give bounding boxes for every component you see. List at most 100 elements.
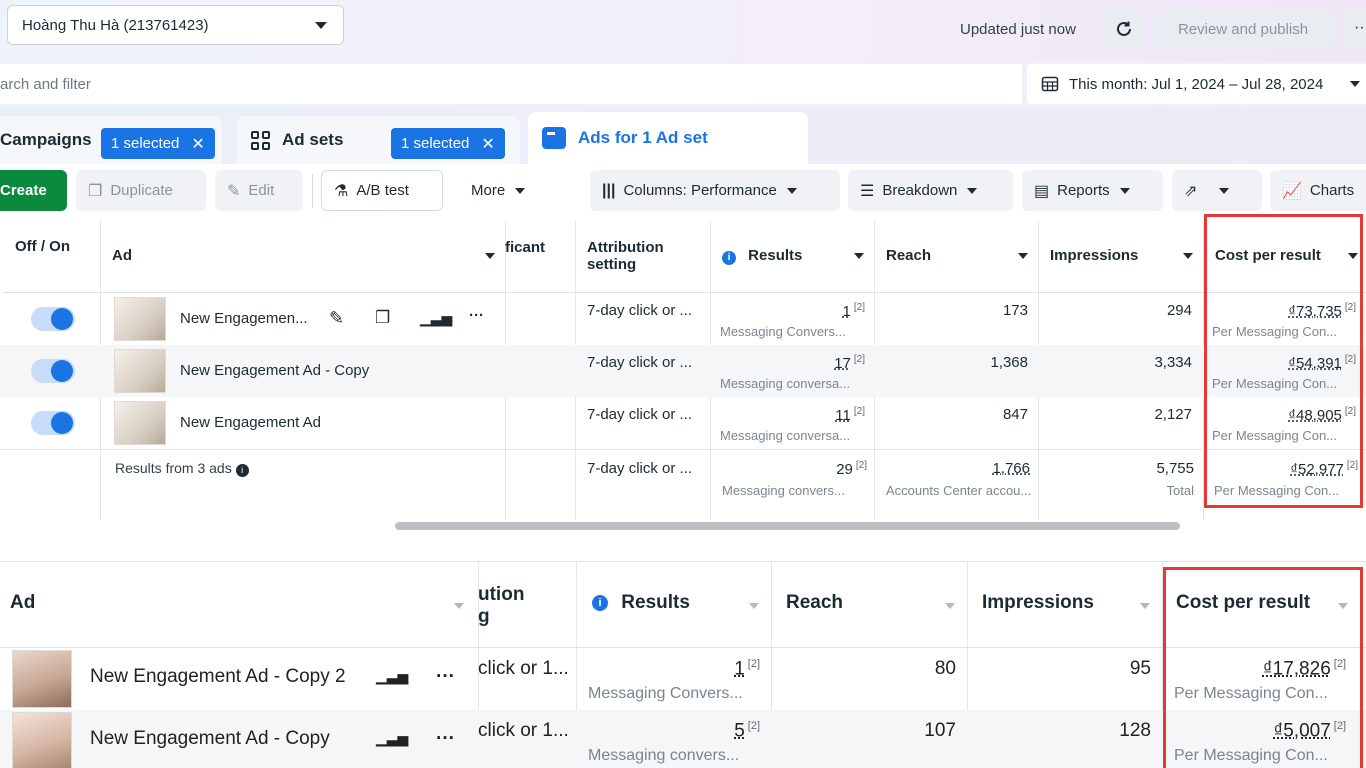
tab-campaigns[interactable]: Campaigns 1 selected ✕ — [0, 116, 222, 164]
bar-chart-icon[interactable]: ▁▃▅ — [420, 310, 452, 327]
tab-ads[interactable]: Ads for 1 Ad set — [528, 112, 808, 164]
results-subtext: Messaging Convers... — [720, 324, 846, 339]
toolbar-divider — [312, 174, 313, 208]
edit-button[interactable]: ✎ Edit — [215, 170, 303, 211]
more-options-icon[interactable]: ··· — [436, 728, 455, 750]
info-icon[interactable]: i — [722, 251, 736, 265]
ab-test-button[interactable]: ⚗ A/B test — [321, 170, 443, 211]
duplicate-button[interactable]: ❐ Duplicate — [76, 170, 206, 211]
ads-table-zoomed: Ad ution g i Results Reach Impressions C… — [0, 561, 1366, 768]
ad-thumbnail[interactable] — [114, 297, 166, 341]
info-icon[interactable]: i — [592, 595, 608, 611]
column-header-results[interactable]: i Results — [576, 562, 771, 648]
ad-name[interactable]: New Engagement Ad - Copy — [90, 728, 330, 750]
search-input[interactable]: arch and filter — [0, 64, 1022, 104]
column-header-impressions[interactable]: Impressions — [1038, 220, 1203, 293]
account-selector[interactable]: Hoàng Thu Hà (213761423) — [7, 5, 344, 45]
column-header-ad[interactable]: Ad — [100, 220, 505, 293]
date-range-button[interactable]: This month: Jul 1, 2024 – Jul 28, 2024 — [1027, 64, 1366, 104]
summary-results-subtext: Messaging convers... — [722, 483, 845, 498]
table-row[interactable]: New Engagement Ad - Copy ▁▃▅ ··· click o… — [0, 710, 1366, 768]
results-cell: 5 [2] — [580, 720, 760, 742]
more-options-icon[interactable]: ··· — [469, 307, 484, 324]
results-cell: 1 [2] — [580, 658, 760, 680]
summary-reach-value[interactable]: 1,766 — [992, 460, 1030, 477]
attribution-cell: 7-day click or ... — [587, 406, 693, 423]
column-header-ad[interactable]: Ad — [0, 562, 478, 648]
tab-campaigns-label: Campaigns — [0, 130, 92, 149]
table-row[interactable]: New Engagement Ad - Copy 2 ▁▃▅ ··· click… — [0, 648, 1366, 710]
ad-name[interactable]: New Engagement Ad - Copy 2 — [90, 666, 346, 688]
more-button[interactable]: More — [459, 170, 547, 211]
duplicate-icon[interactable]: ❐ — [375, 308, 390, 328]
table-row[interactable]: New Engagement Ad 7-day click or ... 11[… — [0, 397, 1366, 449]
results-value[interactable]: 11 — [835, 407, 851, 424]
chip-label: 1 selected — [401, 135, 470, 152]
results-subtext: Messaging conversa... — [720, 376, 851, 391]
results-value[interactable]: 1 — [843, 303, 851, 320]
column-header-results[interactable]: i Results — [710, 220, 874, 293]
breakdown-button[interactable]: ☰ Breakdown — [848, 170, 1013, 211]
pencil-icon: ✎ — [227, 182, 241, 200]
column-header-attribution-partial[interactable]: ution g — [478, 562, 576, 648]
charts-button[interactable]: 📈 Charts — [1270, 170, 1366, 211]
table-row[interactable]: New Engagemen... ✎ ❐ ▁▃▅ ··· 7-day click… — [0, 293, 1366, 345]
close-icon[interactable]: ✕ — [481, 134, 494, 154]
results-value[interactable]: 17 — [834, 355, 851, 372]
results-header-label: Results — [748, 247, 803, 264]
more-options-button[interactable]: ··· — [1342, 10, 1366, 48]
attribution-cell: click or 1... — [478, 720, 569, 741]
column-header-partial[interactable]: ficant — [505, 220, 575, 293]
column-header-reach[interactable]: Reach — [874, 220, 1038, 293]
refresh-button[interactable] — [1102, 10, 1145, 48]
chevron-down-icon — [485, 253, 495, 259]
columns-button[interactable]: ||| Columns: Performance — [590, 170, 840, 211]
horizontal-scrollbar[interactable] — [395, 522, 1180, 530]
table-row[interactable]: New Engagement Ad - Copy 7-day click or … — [0, 345, 1366, 397]
reach-cell: 1,368 — [990, 354, 1028, 371]
column-header-attribution[interactable]: Attribution setting — [575, 220, 710, 293]
chevron-down-icon — [1140, 603, 1150, 609]
ad-thumbnail[interactable] — [12, 650, 72, 708]
chevron-down-icon — [945, 603, 955, 609]
results-value[interactable]: 1 — [734, 658, 745, 679]
export-button[interactable]: ⇗ — [1172, 170, 1262, 211]
ad-name[interactable]: New Engagement Ad - Copy — [180, 362, 369, 379]
tab-ad-sets[interactable]: Ad sets 1 selected ✕ — [237, 116, 520, 164]
ad-thumbnail[interactable] — [114, 349, 166, 393]
summary-results-value: 29 — [836, 461, 853, 478]
create-button[interactable]: Create — [0, 170, 67, 211]
duplicate-label: Duplicate — [110, 182, 173, 199]
pencil-icon[interactable]: ✎ — [329, 308, 344, 329]
bar-chart-icon[interactable]: ▁▃▅ — [376, 668, 408, 685]
summary-reach-subtext: Accounts Center accou... — [886, 483, 1032, 498]
info-icon[interactable]: i — [235, 464, 249, 477]
campaigns-selected-chip[interactable]: 1 selected ✕ — [101, 128, 215, 159]
column-header-impressions[interactable]: Impressions — [967, 562, 1162, 648]
ad-toggle[interactable] — [31, 307, 75, 331]
footnote: [2] — [855, 460, 867, 471]
ad-toggle[interactable] — [31, 359, 75, 383]
more-options-icon[interactable]: ··· — [436, 666, 455, 688]
ad-name[interactable]: New Engagemen... — [180, 310, 308, 327]
close-icon[interactable]: ✕ — [191, 134, 204, 154]
ab-test-label: A/B test — [356, 182, 409, 199]
review-publish-button[interactable]: Review and publish — [1153, 10, 1333, 48]
search-placeholder: arch and filter — [0, 75, 91, 93]
reports-button[interactable]: ▤ Reports — [1022, 170, 1163, 211]
bar-chart-icon[interactable]: ▁▃▅ — [376, 730, 408, 747]
ad-thumbnail[interactable] — [114, 401, 166, 445]
footnote: [2] — [853, 406, 865, 417]
column-header-off-on[interactable]: Off / On — [3, 220, 100, 293]
ad-name[interactable]: New Engagement Ad — [180, 414, 321, 431]
results-header-label: Results — [621, 592, 690, 613]
impressions-cell: 294 — [1166, 302, 1192, 319]
results-value[interactable]: 5 — [734, 720, 745, 741]
calendar-icon — [1041, 76, 1059, 92]
ad-sets-selected-chip[interactable]: 1 selected ✕ — [391, 128, 505, 159]
chevron-down-icon — [1219, 187, 1230, 194]
ad-toggle[interactable] — [31, 411, 75, 435]
ad-thumbnail[interactable] — [12, 712, 72, 768]
summary-reach: 1,766 — [880, 460, 1030, 477]
column-header-reach[interactable]: Reach — [771, 562, 967, 648]
